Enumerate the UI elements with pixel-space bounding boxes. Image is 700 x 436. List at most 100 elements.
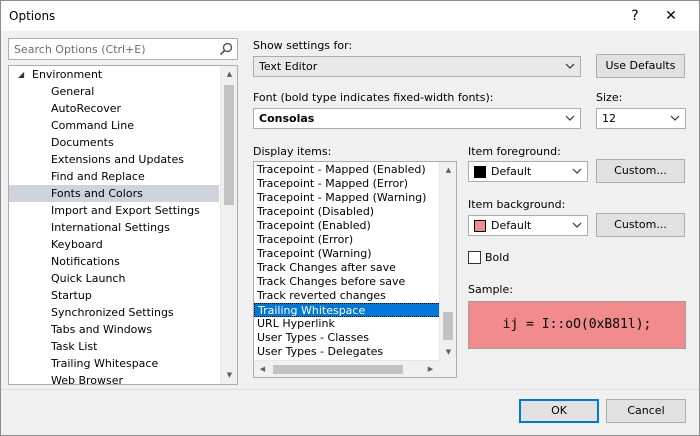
tree-item[interactable]: Fonts and Colors [9,185,219,202]
tree-item[interactable]: Find and Replace [9,168,219,185]
scroll-thumb[interactable] [443,312,453,340]
chevron-down-icon [670,115,680,121]
background-swatch [474,220,486,232]
tree-item[interactable]: Notifications [9,253,219,270]
scroll-down-icon[interactable]: ▼ [221,367,237,384]
tree-item-label: Extensions and Updates [51,153,184,166]
search-placeholder: Search Options (Ctrl+E) [14,43,146,56]
sample-preview: ij = I::oO(0xB81l); [468,301,686,349]
font-label: Font (bold type indicates fixed-width fo… [253,91,494,104]
expand-arrow-icon[interactable]: ◢ [18,66,24,83]
scroll-thumb[interactable] [273,365,403,374]
tree-item[interactable]: AutoRecover [9,100,219,117]
scroll-down-icon[interactable]: ▼ [440,344,456,361]
tree-scrollbar[interactable]: ▲ ▼ [220,66,237,384]
size-label: Size: [596,91,623,104]
chevron-down-icon [572,168,582,174]
options-dialog: Options ? ✕ Search Options (Ctrl+E) ◢ Env… [0,0,700,436]
item-foreground-label: Item foreground: [468,145,561,158]
tree-item[interactable]: Synchronized Settings [9,304,219,321]
display-item[interactable]: Track Changes before save [254,275,441,289]
help-button[interactable]: ? [624,5,646,27]
display-item[interactable]: Tracepoint (Disabled) [254,205,441,219]
display-item[interactable]: Tracepoint - Mapped (Enabled) [254,163,441,177]
search-icon [219,42,233,56]
tree-item[interactable]: Keyboard [9,236,219,253]
item-foreground-value: Default [491,165,532,178]
tree-item[interactable]: Quick Launch [9,270,219,287]
chevron-down-icon [565,63,575,69]
tree-item-label: Web Browser [51,374,124,385]
tree-item[interactable]: Import and Export Settings [9,202,219,219]
display-item[interactable]: Tracepoint (Warning) [254,247,441,261]
display-item[interactable]: User Types - Delegates [254,345,441,359]
chevron-down-icon [572,222,582,228]
use-defaults-button[interactable]: Use Defaults [596,54,685,78]
tree-item-label: Quick Launch [51,272,126,285]
tree-item-label: Import and Export Settings [51,204,200,217]
tree-item-label: Notifications [51,255,120,268]
tree-item[interactable]: Extensions and Updates [9,151,219,168]
tree-item-label: General [51,85,95,98]
display-item[interactable]: Tracepoint (Enabled) [254,219,441,233]
display-items-list[interactable]: Tracepoint - Mapped (Enabled) Tracepoint … [253,161,457,378]
scroll-thumb[interactable] [224,85,234,205]
show-settings-combo[interactable]: Text Editor [253,56,581,77]
title-bar: Options ? ✕ [1,1,699,31]
item-background-combo[interactable]: Default [468,215,588,236]
sample-text: ij = I::oO(0xB81l); [502,317,652,332]
display-item[interactable]: Tracepoint - Mapped (Warning) [254,191,441,205]
size-combo[interactable]: 12 [596,108,686,129]
items-vscrollbar[interactable]: ▲ ▼ [439,162,456,361]
background-custom-button[interactable]: Custom... [596,213,685,237]
display-item[interactable]: Track reverted changes [254,289,441,303]
tree-item-label: Startup [51,289,92,302]
tree-item[interactable]: Trailing Whitespace [9,355,219,372]
foreground-custom-button[interactable]: Custom... [596,159,685,183]
display-item[interactable]: User Types - Classes [254,331,441,345]
chevron-down-icon [565,115,575,121]
tree-item[interactable]: Web Browser [9,372,219,385]
item-background-label: Item background: [468,198,566,211]
item-background-value: Default [491,219,532,232]
size-value: 12 [602,112,616,125]
sample-label: Sample: [468,283,513,296]
item-foreground-combo[interactable]: Default [468,161,588,182]
display-item[interactable]: Trailing Whitespace [254,303,441,317]
tree-item[interactable]: Startup [9,287,219,304]
tree-item[interactable]: Task List [9,338,219,355]
scroll-up-icon[interactable]: ▲ [221,66,237,83]
cancel-button[interactable]: Cancel [606,399,686,423]
window-title: Options [9,9,56,23]
tree-item[interactable]: Documents [9,134,219,151]
tree-item[interactable]: International Settings [9,219,219,236]
close-button[interactable]: ✕ [657,4,685,28]
display-item[interactable]: Tracepoint - Mapped (Error) [254,177,441,191]
tree-item[interactable]: Tabs and Windows [9,321,219,338]
ok-button[interactable]: OK [519,399,599,423]
bold-checkbox[interactable] [468,251,481,264]
display-item[interactable]: URL Hyperlink [254,317,441,331]
tree-item-label: Synchronized Settings [51,306,174,319]
search-input[interactable]: Search Options (Ctrl+E) [8,38,238,60]
display-item[interactable]: Tracepoint (Error) [254,233,441,247]
items-hscrollbar[interactable]: ◀ ▶ [254,360,456,377]
scroll-up-icon[interactable]: ▲ [440,162,456,179]
tree-item-environment[interactable]: ◢ Environment [9,66,219,83]
tree-item[interactable]: General [9,83,219,100]
scroll-right-icon[interactable]: ▶ [422,361,439,377]
tree-item-label: Keyboard [51,238,103,251]
scroll-left-icon[interactable]: ◀ [254,361,271,377]
tree-item-label: Tabs and Windows [51,323,153,336]
scroll-corner [439,360,456,377]
options-tree[interactable]: ◢ Environment General AutoRecover Command Li… [8,65,238,385]
display-item[interactable]: Track Changes after save [254,261,441,275]
tree-item[interactable]: Command Line [9,117,219,134]
tree-item-label: Fonts and Colors [51,187,143,200]
font-value: Consolas [259,112,315,125]
show-settings-value: Text Editor [259,60,318,73]
display-items-label: Display items: [253,145,332,158]
tree-item-label: Command Line [51,119,134,132]
font-combo[interactable]: Consolas [253,108,581,129]
tree-item-label: Find and Replace [51,170,145,183]
